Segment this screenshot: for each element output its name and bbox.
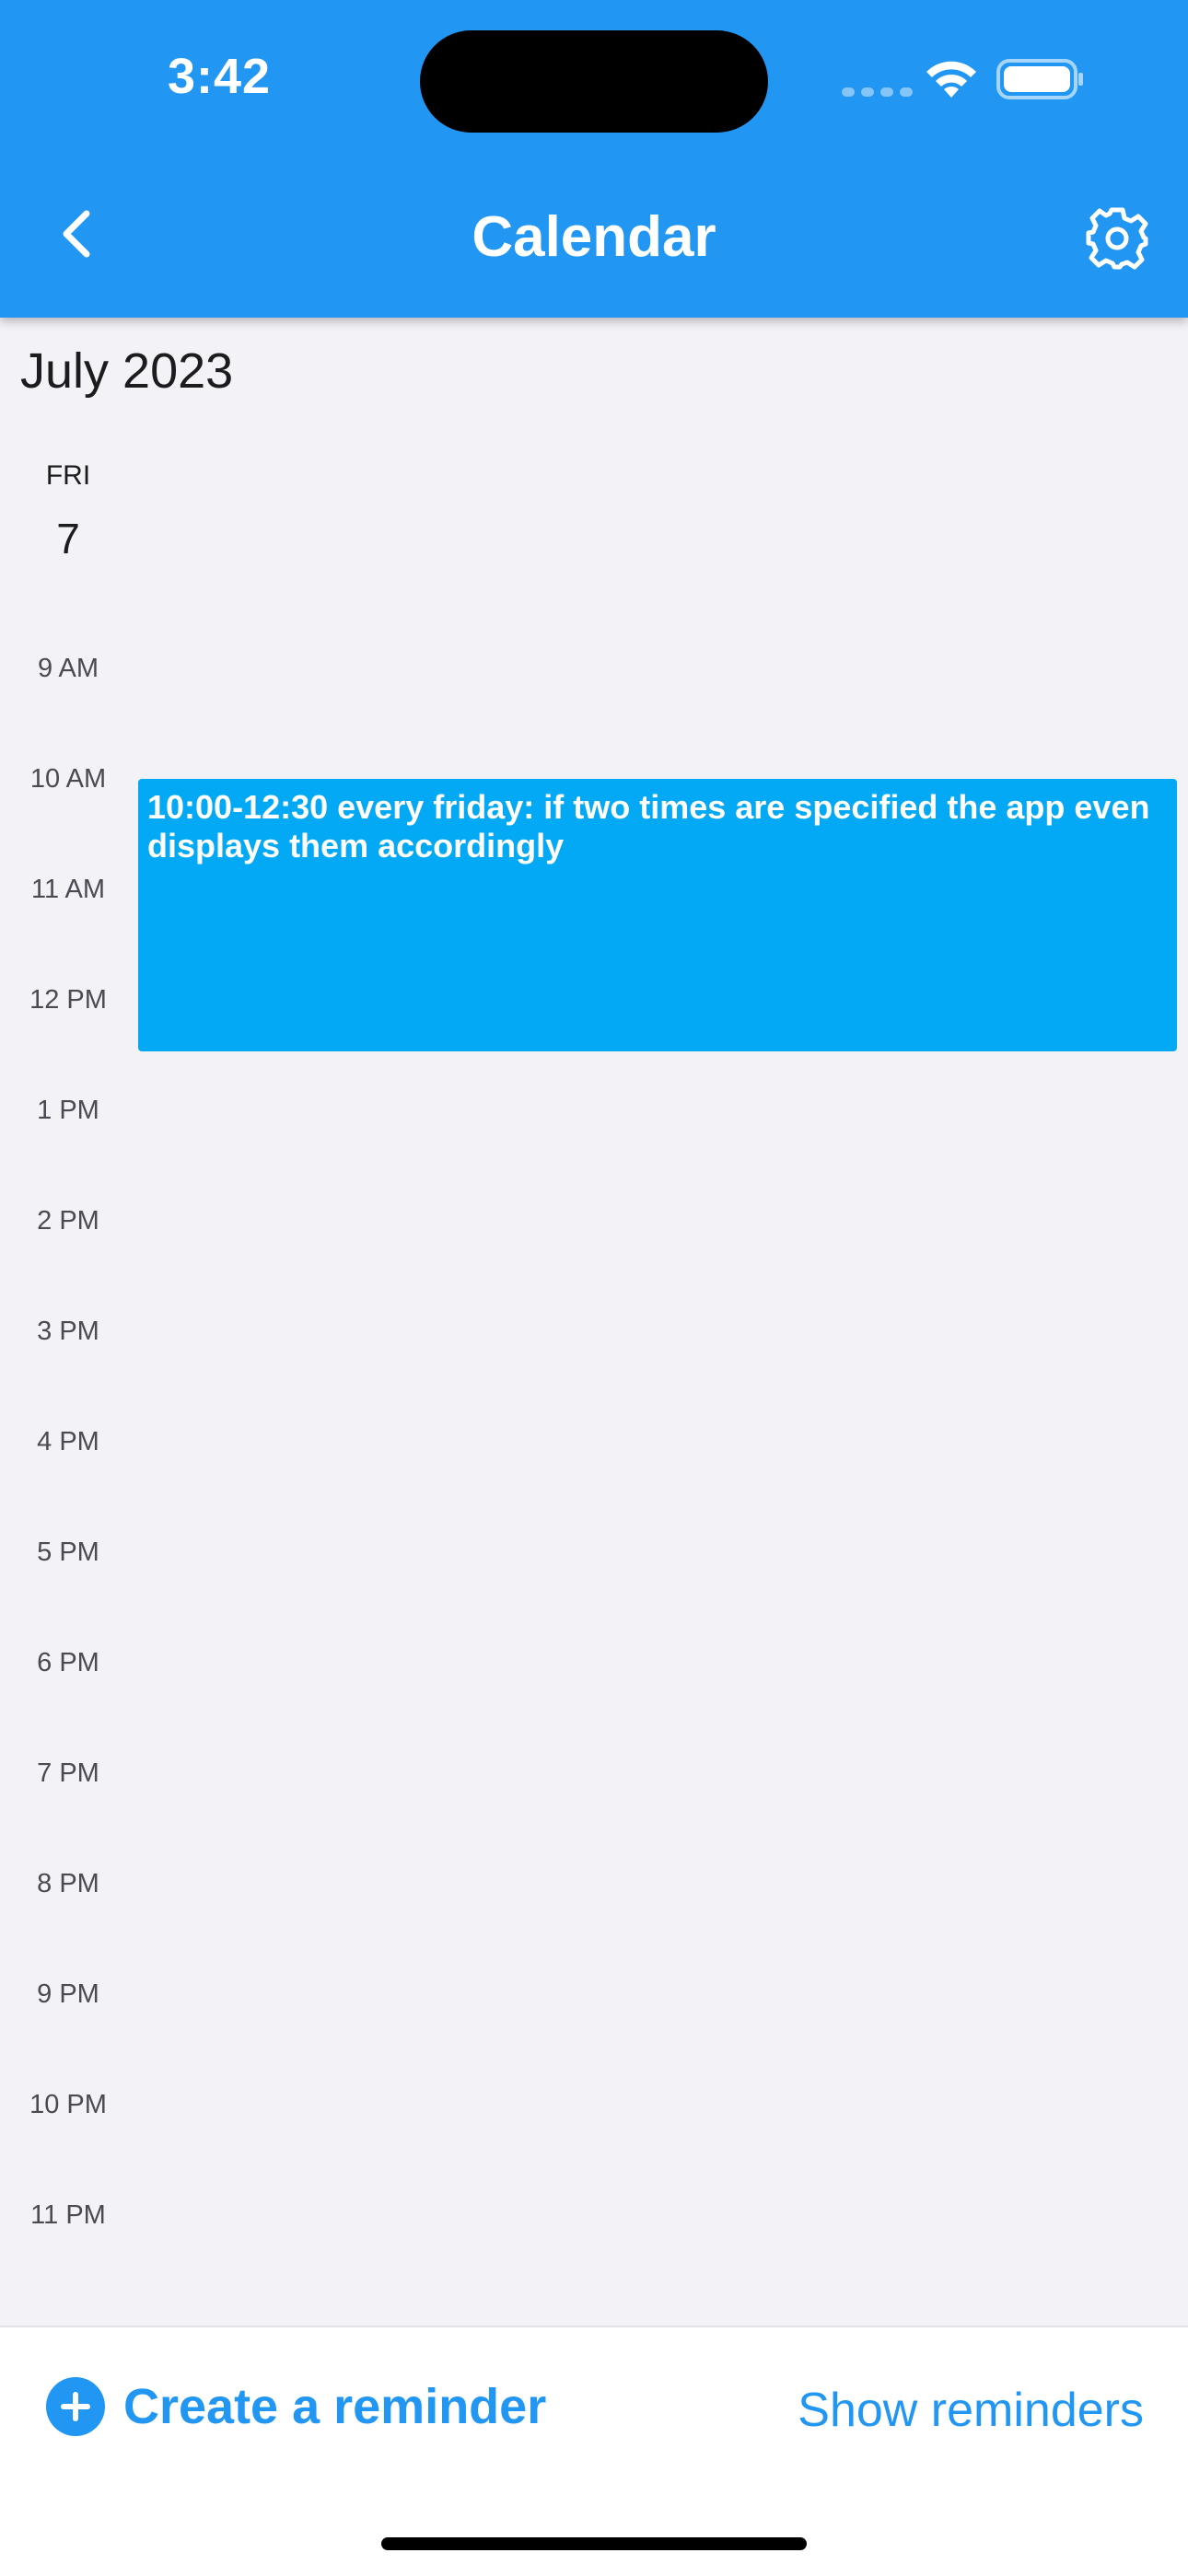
hour-label: 7 PM — [37, 1758, 99, 1788]
month-title: July 2023 — [20, 343, 234, 399]
settings-button[interactable] — [1085, 206, 1149, 271]
hour-label: 3 PM — [37, 1317, 99, 1346]
create-reminder-label: Create a reminder — [123, 2379, 547, 2434]
back-button[interactable] — [48, 204, 107, 263]
hour-label: 9 PM — [37, 1979, 99, 2009]
day-number[interactable]: 7 — [20, 514, 116, 563]
hour-label: 5 PM — [37, 1537, 99, 1567]
hour-label: 4 PM — [37, 1427, 99, 1456]
event-title: 10:00-12:30 every friday: if two times a… — [147, 788, 1150, 864]
create-reminder-button[interactable]: Create a reminder — [46, 2377, 546, 2436]
hour-label: 2 PM — [37, 1206, 99, 1236]
plus-circle-icon — [46, 2377, 105, 2436]
show-reminders-button[interactable]: Show reminders — [798, 2383, 1144, 2438]
dynamic-island — [420, 30, 768, 133]
weekday-label: FRI — [45, 460, 91, 491]
hour-label: 10 AM — [29, 764, 107, 794]
gear-icon — [1086, 207, 1148, 270]
home-indicator[interactable] — [381, 2537, 807, 2550]
calendar-event[interactable]: 10:00-12:30 every friday: if two times a… — [138, 779, 1177, 1051]
cellular-signal-icon — [842, 87, 913, 97]
hour-label: 11 AM — [30, 875, 106, 904]
status-time: 3:42 — [168, 49, 272, 104]
chevron-left-icon — [63, 210, 90, 258]
wifi-icon — [926, 61, 976, 98]
app-header: 3:42 Calendar — [0, 0, 1188, 318]
hour-label: 1 PM — [37, 1096, 99, 1125]
battery-icon — [996, 59, 1083, 99]
hour-label: 11 PM — [30, 2200, 106, 2230]
hour-label: 6 PM — [37, 1648, 99, 1677]
hour-label: 10 PM — [29, 2090, 107, 2119]
hour-label: 8 PM — [37, 1869, 99, 1898]
hour-label: 12 PM — [29, 985, 107, 1015]
page-title: Calendar — [472, 205, 716, 269]
hour-label: 9 AM — [37, 654, 99, 683]
